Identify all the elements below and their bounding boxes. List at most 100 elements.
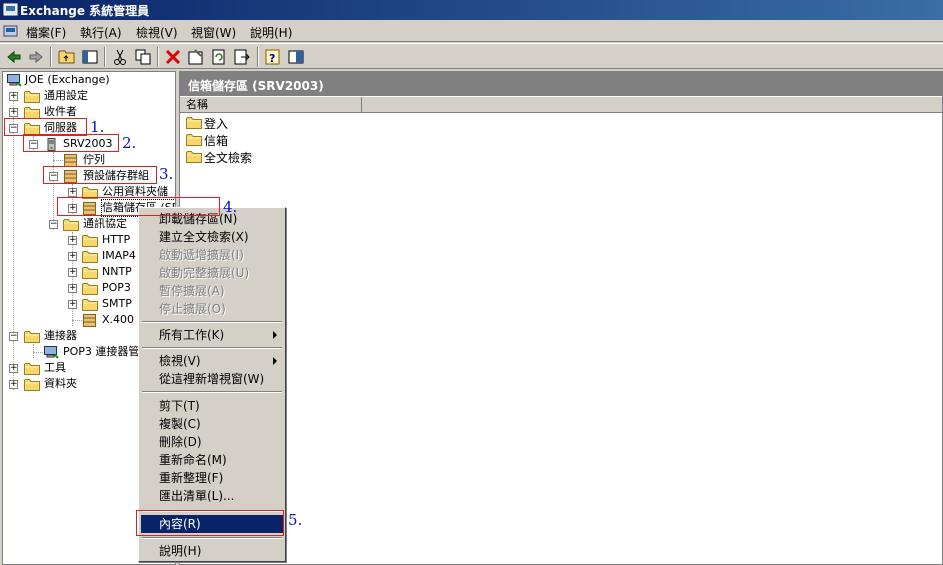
- export-icon[interactable]: [232, 47, 252, 67]
- expand-button[interactable]: +: [68, 284, 77, 293]
- menu-view[interactable]: 檢視(V): [136, 24, 178, 41]
- menu-file[interactable]: 檔案(F): [26, 24, 66, 41]
- folder-icon: [24, 362, 40, 375]
- highlight-box-server: [23, 134, 119, 152]
- submenu-arrow-icon: [273, 357, 277, 365]
- help-icon[interactable]: ?: [263, 47, 283, 67]
- toolbar-separator: [257, 47, 259, 67]
- tree-label: X.400: [102, 313, 135, 326]
- menu-item-pause-population: 暫停擴展(A): [159, 284, 225, 298]
- folder-icon: [186, 116, 202, 129]
- expand-button[interactable]: +: [68, 252, 77, 261]
- menu-separator: [142, 537, 282, 539]
- menu-item-stop-population: 停止擴展(O): [159, 302, 226, 316]
- tree-label: NNTP: [102, 265, 132, 278]
- exchange-org-icon: [6, 74, 22, 87]
- expand-button[interactable]: +: [9, 380, 18, 389]
- tree-item-global-settings[interactable]: + 通用設定: [3, 88, 175, 104]
- folder-icon: [82, 250, 98, 263]
- highlight-box-mailbox-store: [57, 197, 220, 216]
- highlight-box-properties: [136, 510, 284, 536]
- folder-icon: [82, 298, 98, 311]
- back-icon[interactable]: [4, 47, 24, 67]
- connector-icon: [43, 346, 59, 359]
- context-menu: 卸載儲存區(N) 建立全文檢索(X) 啟動遞增擴展(I) 啟動完整擴展(U) 暫…: [138, 207, 286, 562]
- menu-item-help[interactable]: 說明(H): [141, 542, 283, 560]
- tree-label: IMAP4: [102, 249, 136, 262]
- folder-icon: [24, 330, 40, 343]
- tree-label: JOE (Exchange): [25, 73, 110, 86]
- menu-bar: 檔案(F) 執行(A) 檢視(V) 視窗(W) 說明(H): [0, 20, 943, 42]
- expand-button[interactable]: +: [68, 236, 77, 245]
- menu-item-rename[interactable]: 重新命名(M): [141, 451, 283, 469]
- folder-icon: [63, 218, 79, 231]
- toolbar-separator: [50, 47, 52, 67]
- menu-item-delete[interactable]: 刪除(D): [141, 433, 283, 451]
- refresh-icon[interactable]: [209, 47, 229, 67]
- collapse-button[interactable]: −: [9, 332, 18, 341]
- details-pane-title: 信箱儲存區 (SRV2003): [188, 79, 324, 93]
- show-tree-icon[interactable]: [80, 47, 100, 67]
- menu-item-copy[interactable]: 複製(C): [141, 415, 283, 433]
- folder-icon: [82, 266, 98, 279]
- details-pane: 信箱儲存區 (SRV2003) 名稱 登入 信箱 全文檢索: [179, 71, 943, 565]
- tree-label: 通用設定: [44, 89, 88, 102]
- toolbar-separator: [157, 47, 159, 67]
- menu-help[interactable]: 說明(H): [250, 24, 292, 41]
- properties-icon[interactable]: [186, 47, 206, 67]
- column-header-empty: [363, 97, 942, 113]
- list-item-label: 信箱: [204, 134, 229, 148]
- details-pane-header: 信箱儲存區 (SRV2003): [180, 72, 942, 96]
- expand-button[interactable]: +: [9, 108, 18, 117]
- tree-label: HTTP: [102, 233, 131, 246]
- tree-label: POP3: [102, 281, 131, 294]
- menu-item-view[interactable]: 檢視(V): [141, 352, 283, 370]
- folder-icon: [186, 133, 202, 146]
- menu-item-start-incremental-population: 啟動遞增擴展(I): [159, 248, 244, 262]
- submenu-arrow-icon: [273, 331, 277, 339]
- expand-button[interactable]: +: [68, 188, 77, 197]
- delete-icon[interactable]: [163, 47, 183, 67]
- tree-label: 連接器: [44, 329, 77, 342]
- menu-item-cut[interactable]: 剪下(T): [141, 397, 283, 415]
- collapse-button[interactable]: −: [49, 220, 58, 229]
- toolbar-separator: [104, 47, 106, 67]
- tree-root-item[interactable]: JOE (Exchange): [3, 72, 175, 88]
- column-header-name[interactable]: 名稱: [180, 97, 362, 113]
- step-number-2: 2.: [122, 134, 137, 152]
- svg-text:?: ?: [269, 52, 275, 65]
- x400-icon: [82, 314, 98, 327]
- menu-item-new-window[interactable]: 從這裡新增視窗(W): [141, 370, 283, 388]
- tree-label: 資料夾: [44, 377, 77, 390]
- step-number-3: 3.: [159, 165, 174, 183]
- menu-action[interactable]: 執行(A): [80, 24, 122, 41]
- expand-button[interactable]: +: [68, 300, 77, 309]
- menu-separator: [142, 321, 282, 323]
- cut-icon[interactable]: [110, 47, 130, 67]
- menu-item-start-full-population: 啟動完整擴展(U): [159, 266, 250, 280]
- console-icon[interactable]: [286, 47, 306, 67]
- expand-button[interactable]: +: [68, 268, 77, 277]
- tree-label: 工具: [44, 361, 66, 374]
- up-folder-icon[interactable]: [57, 47, 77, 67]
- list-column-header: 名稱: [180, 97, 942, 113]
- expand-button[interactable]: +: [9, 92, 18, 101]
- menu-separator: [142, 347, 282, 349]
- tree-label: POP3 連接器管: [63, 345, 140, 358]
- menu-item-create-fulltext-index[interactable]: 建立全文檢索(X): [141, 228, 283, 246]
- folder-icon: [82, 234, 98, 247]
- window-title: Exchange 系統管理員: [20, 4, 150, 18]
- forward-icon[interactable]: [26, 47, 46, 67]
- folder-icon: [24, 378, 40, 391]
- step-number-4: 4.: [223, 198, 238, 216]
- menu-window[interactable]: 視窗(W): [191, 24, 236, 41]
- console-app-icon[interactable]: [3, 23, 19, 39]
- expand-button[interactable]: +: [9, 364, 18, 373]
- menu-item-all-tasks[interactable]: 所有工作(K): [141, 326, 283, 344]
- toolbar: ?: [0, 43, 943, 69]
- copy-icon[interactable]: [133, 47, 153, 67]
- folder-icon: [186, 150, 202, 163]
- highlight-box-storage-group: [43, 166, 157, 184]
- menu-item-export-list[interactable]: 匯出清單(L)...: [141, 487, 283, 505]
- menu-item-refresh[interactable]: 重新整理(F): [141, 469, 283, 487]
